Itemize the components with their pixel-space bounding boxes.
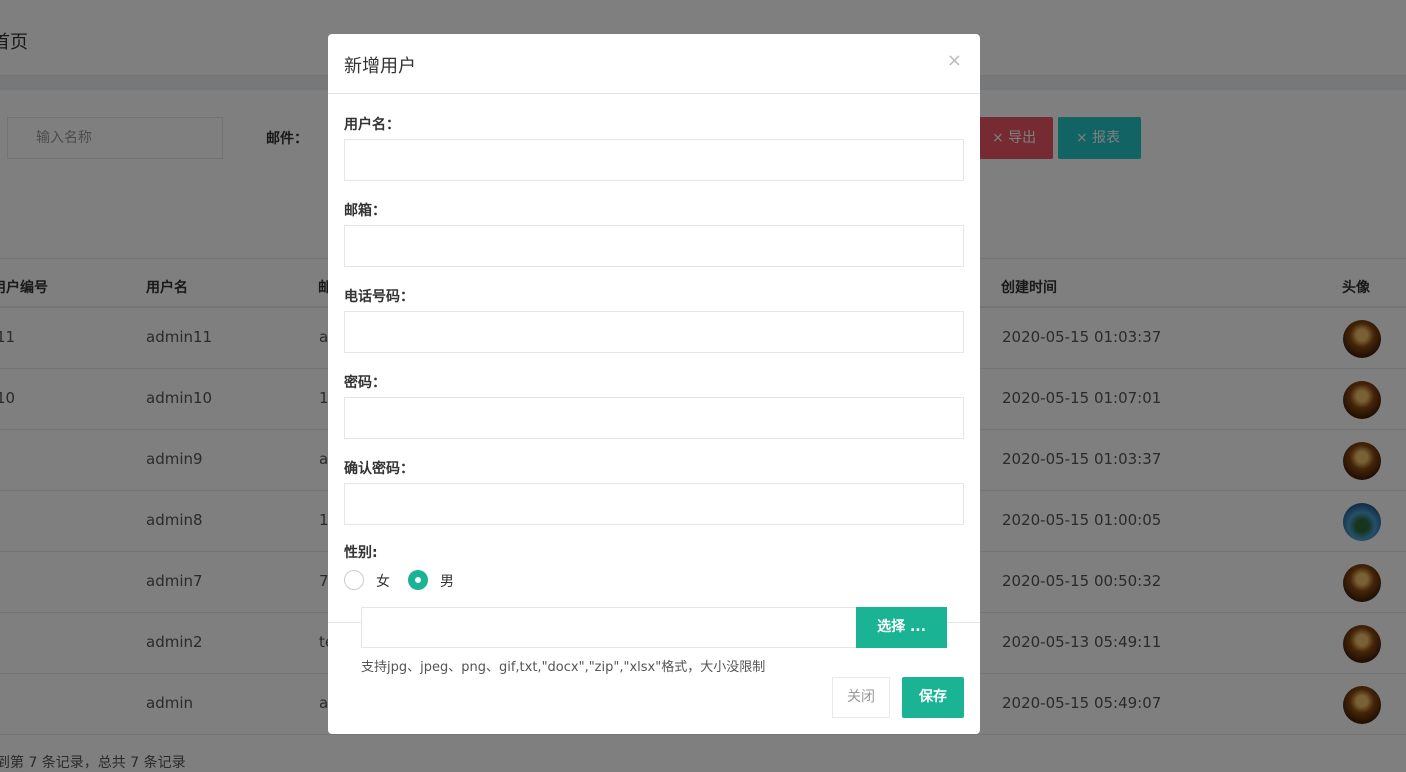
gender-male-label[interactable]: 男 bbox=[440, 571, 454, 591]
add-user-dialog: 新增用户 × 用户名： 邮箱： 电话号码： 密码： 确认密码： 性别: 女 男 … bbox=[328, 34, 980, 734]
dialog-title: 新增用户 bbox=[344, 56, 416, 77]
email-label: 邮箱： bbox=[344, 203, 386, 219]
phone-input[interactable] bbox=[344, 311, 964, 353]
confirm-password-label: 确认密码： bbox=[344, 461, 414, 477]
gender-female-radio[interactable] bbox=[344, 570, 364, 590]
dialog-header: 新增用户 × bbox=[328, 34, 980, 94]
gender-male-radio[interactable] bbox=[408, 570, 428, 590]
confirm-password-input[interactable] bbox=[344, 483, 964, 525]
file-path-input[interactable] bbox=[361, 607, 857, 648]
save-button[interactable]: 保存 bbox=[902, 677, 964, 718]
email-input[interactable] bbox=[344, 225, 964, 267]
username-label: 用户名： bbox=[344, 117, 400, 133]
username-input[interactable] bbox=[344, 139, 964, 181]
password-label: 密码： bbox=[344, 375, 386, 391]
choose-file-button[interactable]: 选择 ... bbox=[856, 607, 947, 648]
close-icon[interactable]: × bbox=[947, 50, 962, 71]
gender-label: 性别: bbox=[344, 545, 378, 561]
gender-female-label[interactable]: 女 bbox=[376, 571, 390, 591]
close-button[interactable]: 关闭 bbox=[832, 677, 890, 718]
password-input[interactable] bbox=[344, 397, 964, 439]
phone-label: 电话号码： bbox=[344, 289, 414, 305]
file-format-hint: 支持jpg、jpeg、png、gif,txt,"docx","zip","xls… bbox=[361, 660, 766, 675]
